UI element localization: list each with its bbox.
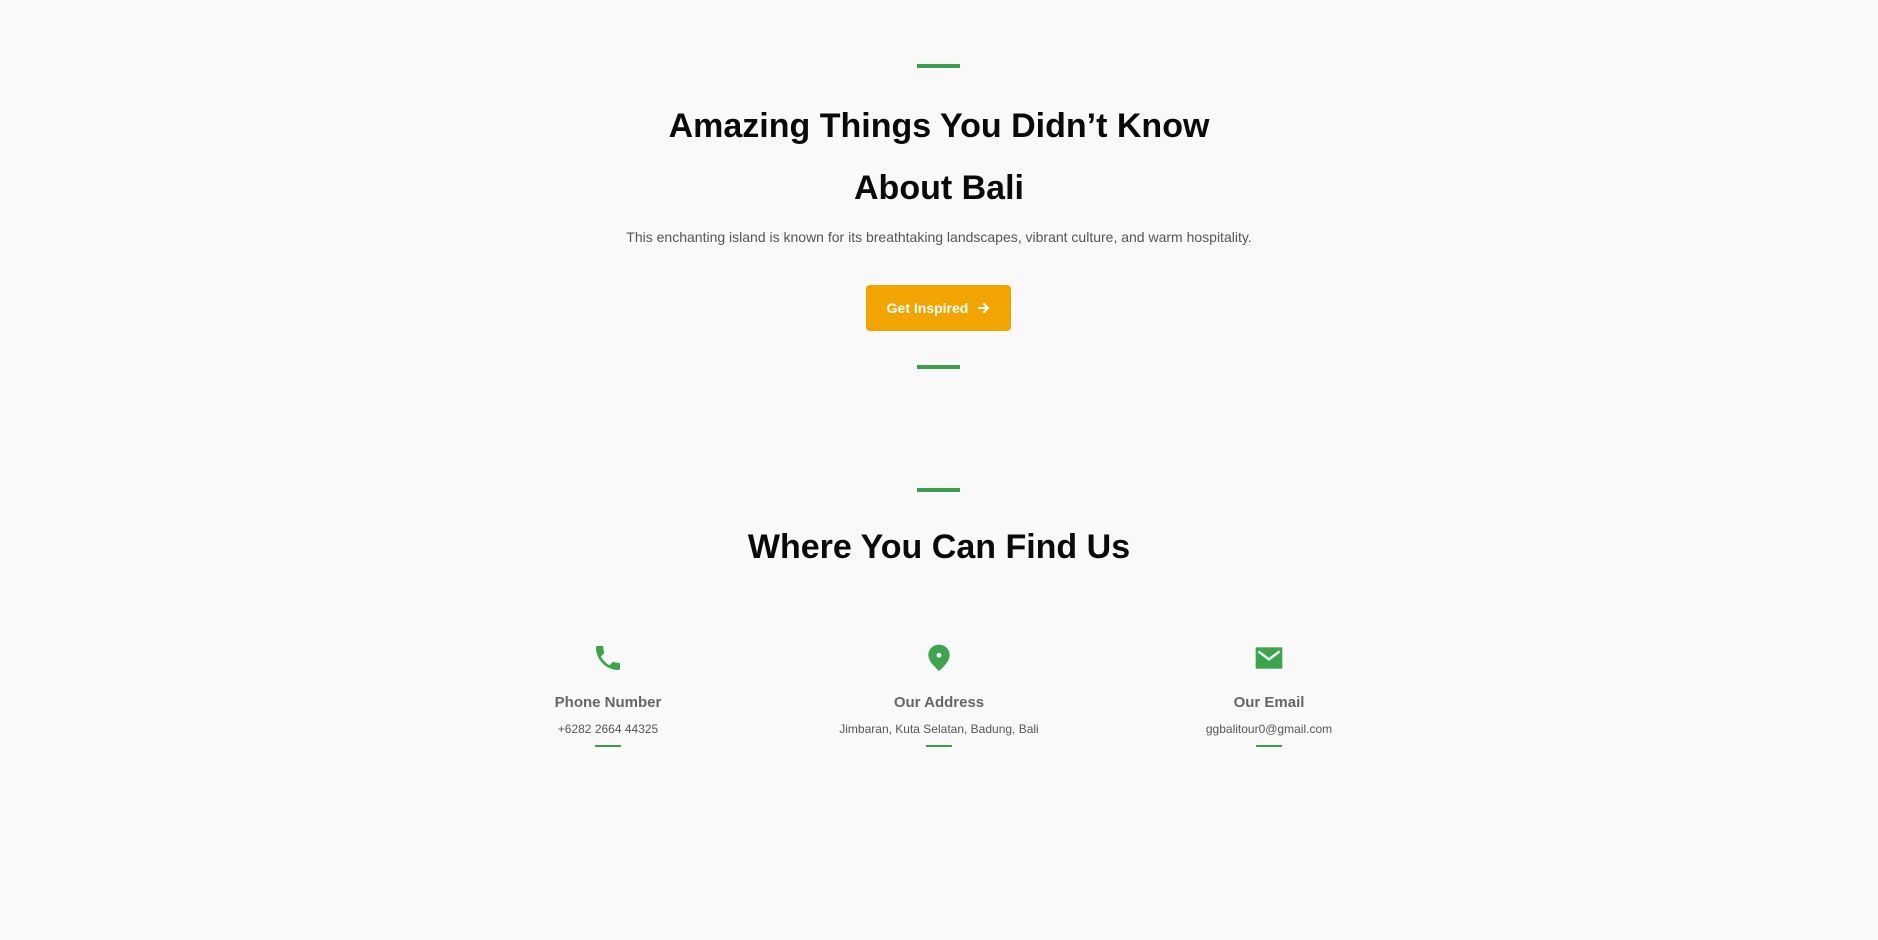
contact-value-email: ggbalitour0@gmail.com <box>1205 722 1333 736</box>
get-inspired-button[interactable]: Get Inspired <box>866 285 1011 331</box>
hero-title-line-2: About Bali <box>854 169 1024 207</box>
page: Amazing Things You Didn’t Know About Bal… <box>0 0 1878 940</box>
contact-underline-address <box>926 745 952 747</box>
get-inspired-label: Get Inspired <box>886 300 969 316</box>
contact-top-accent-bar <box>917 488 960 492</box>
contact-card-phone: Phone Number +6282 2664 44325 <box>458 642 758 747</box>
contact-label-phone: Phone Number <box>554 694 662 711</box>
contact-value-phone: +6282 2664 44325 <box>557 722 659 736</box>
hero-subtitle: This enchanting island is known for its … <box>626 229 1252 245</box>
mail-icon <box>1255 647 1283 669</box>
hero-bottom-accent-bar <box>917 365 960 369</box>
contact-underline-phone <box>595 745 621 747</box>
hero-title-line-1: Amazing Things You Didn’t Know <box>668 107 1210 145</box>
contact-underline-email <box>1256 745 1282 747</box>
hero-top-accent-bar <box>917 64 960 68</box>
contact-value-address: Jimbaran, Kuta Selatan, Badung, Bali <box>839 722 1039 736</box>
phone-icon <box>596 646 620 670</box>
contact-label-email: Our Email <box>1233 694 1305 711</box>
map-pin-icon <box>928 644 950 672</box>
contact-section-title: Where You Can Find Us <box>747 528 1131 566</box>
contact-label-address: Our Address <box>893 694 985 711</box>
contact-card-email: Our Email ggbalitour0@gmail.com <box>1119 642 1419 747</box>
hero-title: Amazing Things You Didn’t Know About Bal… <box>0 95 1878 219</box>
arrow-right-icon <box>978 303 990 313</box>
contact-card-address: Our Address Jimbaran, Kuta Selatan, Badu… <box>789 642 1089 747</box>
